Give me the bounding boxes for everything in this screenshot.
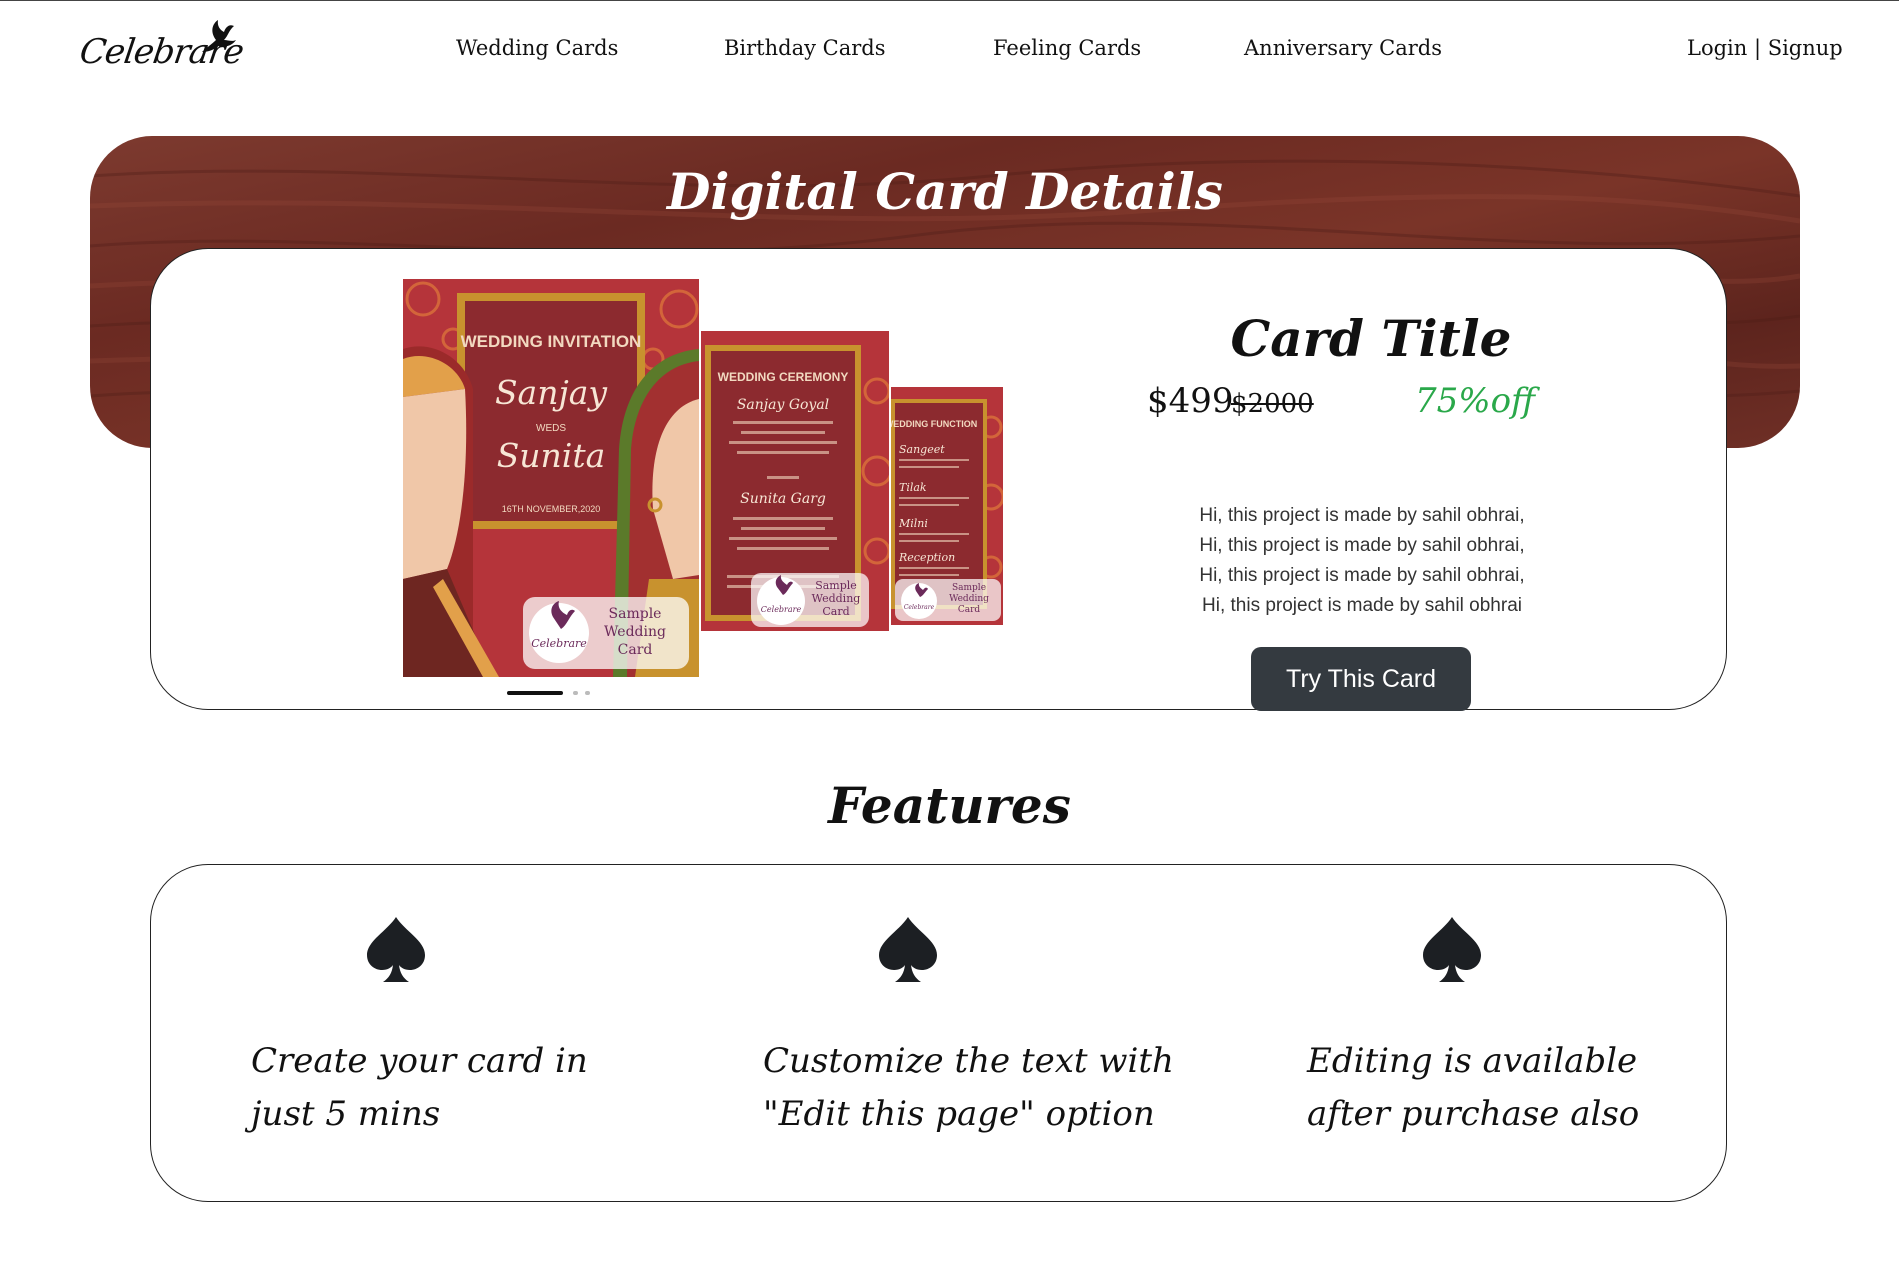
card-details-panel: WEDDING INVITATION Sanjay WEDS Sunita 16… [150,248,1727,711]
features-heading: Features [828,776,1071,835]
description-line-3: Hi, this project is made by sahil obhrai… [1199,565,1525,586]
card-image-1-art: WEDDING INVITATION Sanjay WEDS Sunita 16… [403,279,699,677]
card3-badge-text: Sample Wedding Card [949,583,989,615]
card1-date: 16TH NOVEMBER,2020 [502,504,601,514]
nav-birthday-cards[interactable]: Birthday Cards [724,36,886,60]
card-image-carousel[interactable]: WEDDING INVITATION Sanjay WEDS Sunita 16… [403,279,1023,679]
carousel-dot-2[interactable] [573,691,578,695]
description-line-4: Hi, this project is made by sahil obhrai [1202,595,1522,616]
card1-badge-logo: Celebrare [531,637,587,650]
feature-line-2: just 5 mins [251,1094,441,1134]
navbar: Celebrare Wedding Cards Birthday Cards F… [0,0,1899,100]
card1-heading: WEDDING INVITATION [461,332,642,351]
nav-feeling-cards[interactable]: Feeling Cards [993,36,1141,60]
card2-badge-logo: Celebrare [761,605,802,614]
card2-heading: WEDDING CEREMONY [718,370,849,384]
card1-badge-text: Sample Wedding Card [604,606,666,658]
card-image-1[interactable]: WEDDING INVITATION Sanjay WEDS Sunita 16… [403,279,699,677]
card2-name1: Sanjay Goyal [737,397,829,413]
card3-event-2: Tilak [899,481,927,494]
features-panel: Create your card in just 5 mins Customiz… [150,864,1727,1202]
feature-line-1: Create your card in [251,1041,588,1081]
spade-icon [1423,917,1481,982]
card-title: Card Title [1230,309,1512,368]
carousel-dot-1[interactable] [507,691,563,695]
feature-text: Editing is available after purchase also [1307,1035,1737,1141]
card2-name2: Sunita Garg [740,491,826,507]
card3-event-3: Milni [898,517,928,530]
card1-weds: WEDS [536,423,566,434]
description-line-1: Hi, this project is made by sahil obhrai… [1199,505,1525,526]
feature-line-1: Editing is available [1307,1041,1638,1081]
card-image-2[interactable]: WEDDING CEREMONY Sanjay Goyal Sunita Gar… [701,331,889,631]
feature-line-2: after purchase also [1307,1094,1640,1134]
login-signup-link[interactable]: Login | Signup [1687,36,1843,60]
brand-logo[interactable]: Celebrare [77,18,246,78]
card-image-3-art: WEDDING FUNCTION Sangeet Tilak Milni Rec… [891,387,1003,625]
try-this-card-button[interactable]: Try This Card [1251,647,1471,711]
card3-event-1: Sangeet [899,443,945,456]
carousel-dot-3[interactable] [585,691,590,695]
card-price: $499 [1147,381,1234,421]
discount-label: 75%off [1415,381,1536,421]
card1-name2: Sunita [497,436,606,475]
feature-line-1: Customize the text with [763,1041,1174,1081]
spade-icon [367,917,425,982]
nav-wedding-cards[interactable]: Wedding Cards [456,36,618,60]
feature-text: Customize the text with "Edit this page"… [763,1035,1193,1141]
card-image-3[interactable]: WEDDING FUNCTION Sangeet Tilak Milni Rec… [891,387,1003,625]
spade-icon [879,917,937,982]
dove-icon [202,20,236,52]
card2-badge-text: Sample Wedding Card [811,579,861,618]
card3-event-4: Reception [898,551,955,564]
card1-name1: Sanjay [495,373,607,412]
card3-badge-logo: Celebrare [904,604,935,611]
card-original-price: $2000 [1231,389,1314,419]
card-image-2-art: WEDDING CEREMONY Sanjay Goyal Sunita Gar… [701,331,889,631]
hero-title: Digital Card Details [667,162,1223,221]
nav-anniversary-cards[interactable]: Anniversary Cards [1244,36,1442,60]
card3-heading: WEDDING FUNCTION [891,419,977,429]
description-line-2: Hi, this project is made by sahil obhrai… [1199,535,1525,556]
feature-text: Create your card in just 5 mins [251,1035,681,1141]
feature-line-2: "Edit this page" option [763,1094,1155,1134]
